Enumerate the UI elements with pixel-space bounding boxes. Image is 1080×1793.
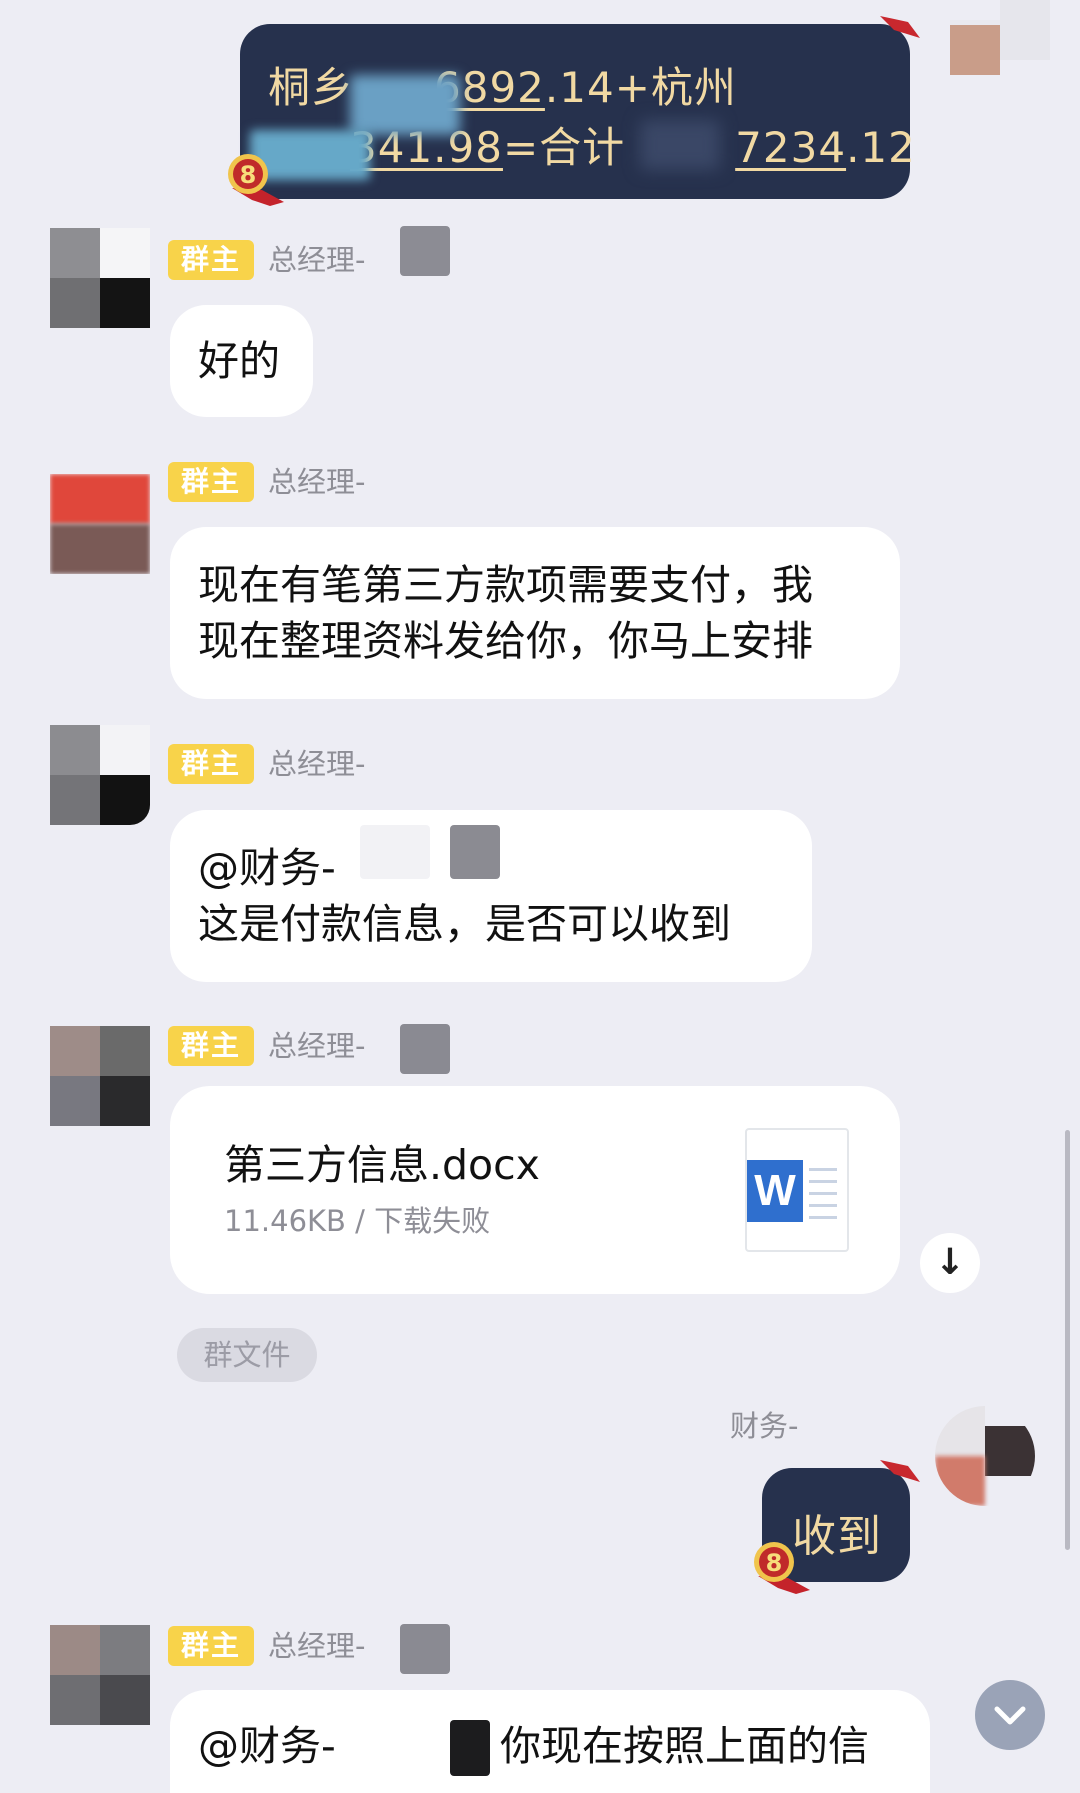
sender-name: 总经理- xyxy=(268,243,366,277)
my-name: 财务- xyxy=(730,1409,799,1443)
sender-avatar[interactable] xyxy=(50,1625,150,1725)
file-name: 第三方信息.docx xyxy=(224,1141,540,1189)
sender-name: 总经理- xyxy=(268,465,366,499)
message-text-line: 现在整理资料发给你，你马上安排 xyxy=(198,617,813,665)
word-document-icon: W xyxy=(745,1128,849,1252)
redaction-blur xyxy=(450,1720,490,1776)
level-medal-icon: 8 xyxy=(222,140,296,214)
sender-avatar[interactable] xyxy=(50,228,150,328)
svg-text:8: 8 xyxy=(240,161,257,189)
text-segment: .12 xyxy=(846,123,916,172)
ribbon-icon xyxy=(880,16,920,38)
scroll-to-bottom-button[interactable] xyxy=(975,1680,1045,1750)
group-owner-badge: 群主 xyxy=(168,1626,254,1666)
sender-avatar[interactable] xyxy=(50,1026,150,1126)
sender-avatar[interactable] xyxy=(50,725,150,825)
my-avatar[interactable] xyxy=(935,1406,1035,1506)
chevron-down-icon xyxy=(994,1706,1026,1725)
message-bubble[interactable]: @财务- 你现在按照上面的信 xyxy=(170,1690,930,1793)
word-letter: W xyxy=(747,1160,803,1222)
message-text: 你现在按照上面的信 xyxy=(500,1722,869,1770)
redaction-blur xyxy=(350,75,460,135)
redaction-blur xyxy=(450,825,500,879)
message-text: 好的 xyxy=(198,337,280,385)
file-meta: 11.46KB / 下载失败 xyxy=(224,1204,491,1238)
download-icon[interactable]: ↓ xyxy=(920,1233,980,1293)
group-file-tag[interactable]: 群文件 xyxy=(177,1328,317,1382)
text-segment: 桐乡 xyxy=(268,63,355,112)
redaction-blur xyxy=(360,825,430,879)
svg-text:8: 8 xyxy=(766,1549,783,1577)
sender-name: 总经理- xyxy=(268,747,366,781)
file-message-card[interactable]: 第三方信息.docx 11.46KB / 下载失败 W xyxy=(170,1086,900,1294)
scrollbar[interactable] xyxy=(1065,1130,1070,1550)
text-segment: =合计 xyxy=(502,123,626,172)
group-owner-badge: 群主 xyxy=(168,1026,254,1066)
group-owner-badge: 群主 xyxy=(168,462,254,502)
sender-name: 总经理- xyxy=(268,1029,366,1063)
text-segment: 7234 xyxy=(735,123,847,172)
sender-avatar[interactable] xyxy=(50,474,150,574)
redaction-blur xyxy=(640,120,720,170)
group-owner-badge: 群主 xyxy=(168,744,254,784)
ribbon-icon xyxy=(880,1460,920,1482)
message-text-line: 这是付款信息，是否可以收到 xyxy=(198,900,731,948)
sender-name: 总经理- xyxy=(268,1629,366,1663)
redaction-blur xyxy=(400,1024,450,1074)
my-avatar[interactable] xyxy=(950,0,1050,80)
message-text-line: 现在有笔第三方款项需要支付，我 xyxy=(198,561,813,609)
amount-line-1: 桐乡 6892.14+杭州 xyxy=(268,54,737,115)
message-bubble[interactable]: 好的 xyxy=(170,305,313,417)
text-segment: .14+杭州 xyxy=(544,63,737,112)
mention-text: @财务- xyxy=(198,844,336,892)
mention-text: @财务- xyxy=(198,1722,336,1770)
level-medal-icon: 8 xyxy=(748,1528,822,1602)
redaction-blur xyxy=(400,226,450,276)
group-owner-badge: 群主 xyxy=(168,240,254,280)
redaction-blur xyxy=(400,1624,450,1674)
message-bubble[interactable]: 现在有笔第三方款项需要支付，我 现在整理资料发给你，你马上安排 xyxy=(170,527,900,699)
